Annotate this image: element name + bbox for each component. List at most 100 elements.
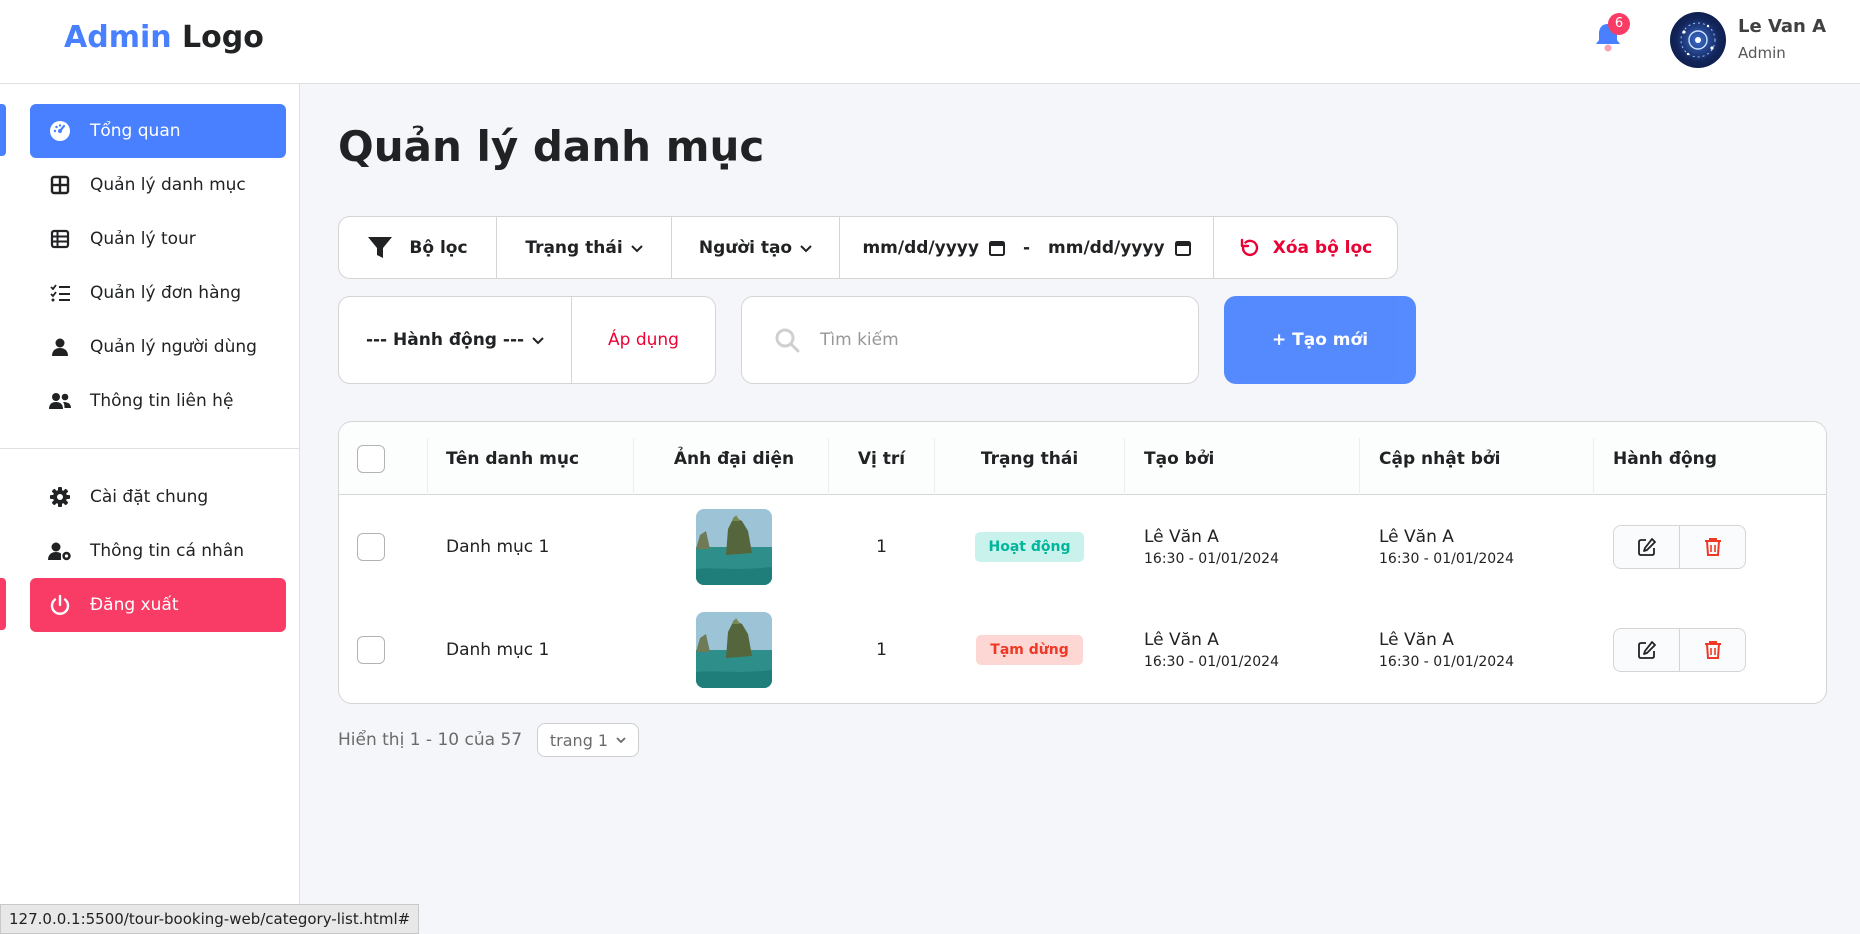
sidebar-item-label: Cài đặt chung bbox=[90, 487, 209, 507]
category-table: Tên danh mục Ảnh đại diện Vị trí Trạng t… bbox=[338, 421, 1827, 704]
sidebar-item-settings[interactable]: Cài đặt chung bbox=[30, 470, 286, 524]
users-icon bbox=[30, 391, 90, 411]
delete-button[interactable] bbox=[1680, 526, 1745, 568]
sidebar-item-label: Thông tin cá nhân bbox=[90, 541, 245, 561]
sidebar-divider bbox=[0, 448, 300, 449]
updated-by-cell: Lê Văn A 16:30 - 01/01/2024 bbox=[1379, 598, 1514, 701]
sidebar-item-users[interactable]: Quản lý người dùng bbox=[30, 320, 286, 374]
calendar-icon[interactable] bbox=[988, 240, 1005, 256]
date-to-input[interactable]: mm/dd/yyyy bbox=[1048, 238, 1191, 258]
sidebar: Tổng quan Quản lý danh mục Quản lý tour … bbox=[0, 84, 300, 934]
app-logo[interactable]: Admin Logo bbox=[64, 20, 264, 55]
page-select-label: trang 1 bbox=[549, 730, 609, 750]
bulk-action-select[interactable]: --- Hành động --- bbox=[339, 297, 572, 383]
trash-icon bbox=[1704, 640, 1721, 659]
sidebar-item-categories[interactable]: Quản lý danh mục bbox=[30, 158, 286, 212]
logout-indicator bbox=[0, 578, 6, 630]
col-name[interactable]: Tên danh mục bbox=[446, 422, 579, 495]
created-at: 16:30 - 01/01/2024 bbox=[1144, 550, 1279, 567]
sidebar-item-label: Quản lý tour bbox=[90, 229, 196, 249]
updated-by-name: Lê Văn A bbox=[1379, 629, 1454, 650]
sidebar-item-contacts[interactable]: Thông tin liên hệ bbox=[30, 374, 286, 428]
category-position: 1 bbox=[876, 536, 887, 557]
dashboard-icon bbox=[30, 120, 90, 142]
page-select[interactable]: trang 1 bbox=[537, 723, 639, 757]
creator-dropdown-label: Người tạo bbox=[698, 237, 793, 258]
calendar-icon[interactable] bbox=[1174, 240, 1191, 256]
user-cog-icon bbox=[30, 541, 90, 561]
bulk-action-box: --- Hành động --- Áp dụng bbox=[338, 296, 716, 384]
chevron-down-icon bbox=[800, 238, 812, 258]
apply-button[interactable]: Áp dụng bbox=[572, 297, 715, 383]
date-to-text: mm/dd/yyyy bbox=[1048, 237, 1165, 258]
filter-bar: Bộ lọc Trạng thái Người tạo mm/dd/yyyy -… bbox=[338, 216, 1398, 279]
creator-dropdown[interactable]: Người tạo bbox=[672, 217, 840, 278]
user-name: Le Van A bbox=[1738, 16, 1827, 37]
sidebar-item-profile[interactable]: Thông tin cá nhân bbox=[30, 524, 286, 578]
table-icon bbox=[30, 229, 90, 249]
table-row: Danh mục 1 1 Hoạt động Lê Văn A 16:30 - 0… bbox=[339, 495, 1826, 598]
filter-label: Bộ lọc bbox=[339, 217, 497, 278]
created-by-name: Lê Văn A bbox=[1144, 526, 1219, 547]
delete-button[interactable] bbox=[1680, 629, 1745, 671]
avatar[interactable] bbox=[1670, 12, 1726, 68]
filter-icon bbox=[367, 236, 393, 260]
col-position[interactable]: Vị trí bbox=[829, 422, 934, 495]
sidebar-item-orders[interactable]: Quản lý đơn hàng bbox=[30, 266, 286, 320]
created-at: 16:30 - 01/01/2024 bbox=[1144, 653, 1279, 670]
sidebar-item-label: Đăng xuất bbox=[90, 595, 179, 615]
created-by-name: Lê Văn A bbox=[1144, 629, 1219, 650]
sidebar-item-label: Thông tin liên hệ bbox=[90, 391, 234, 411]
notification-badge: 6 bbox=[1608, 13, 1630, 35]
logo-text-admin: Admin bbox=[64, 20, 172, 55]
updated-by-cell: Lê Văn A 16:30 - 01/01/2024 bbox=[1379, 495, 1514, 598]
status-dropdown[interactable]: Trạng thái bbox=[497, 217, 672, 278]
status-badge[interactable]: Hoạt động bbox=[974, 531, 1085, 562]
power-icon bbox=[30, 594, 90, 616]
date-separator: - bbox=[1022, 237, 1031, 258]
edit-button[interactable] bbox=[1614, 525, 1680, 568]
status-cell: Tạm dừng bbox=[935, 598, 1124, 701]
filter-text: Bộ lọc bbox=[409, 237, 468, 258]
date-from-input[interactable]: mm/dd/yyyy bbox=[862, 238, 1005, 258]
reset-filter-button[interactable]: Xóa bộ lọc bbox=[1214, 217, 1397, 278]
row-checkbox[interactable] bbox=[357, 495, 385, 598]
row-checkbox[interactable] bbox=[357, 598, 385, 701]
table-header: Tên danh mục Ảnh đại diện Vị trí Trạng t… bbox=[339, 422, 1826, 495]
category-name: Danh mục 1 bbox=[446, 639, 550, 660]
row-actions bbox=[1613, 495, 1746, 598]
active-indicator bbox=[0, 104, 6, 156]
reset-icon bbox=[1239, 237, 1261, 259]
chevron-down-icon bbox=[532, 330, 544, 350]
bulk-action-label: --- Hành động --- bbox=[365, 330, 525, 350]
page-title: Quản lý danh mục bbox=[338, 122, 765, 171]
edit-button[interactable] bbox=[1614, 628, 1680, 671]
sidebar-item-label: Tổng quan bbox=[90, 121, 181, 141]
user-role: Admin bbox=[1738, 44, 1786, 62]
col-status[interactable]: Trạng thái bbox=[935, 422, 1124, 495]
reset-filter-label: Xóa bộ lọc bbox=[1272, 237, 1373, 258]
search-icon bbox=[774, 327, 800, 353]
col-updated-by[interactable]: Cập nhật bởi bbox=[1379, 422, 1500, 495]
col-image: Ảnh đại diện bbox=[673, 448, 795, 469]
search-input[interactable] bbox=[820, 330, 1160, 350]
sidebar-item-overview[interactable]: Tổng quan bbox=[30, 104, 286, 158]
status-badge[interactable]: Tạm dừng bbox=[976, 634, 1083, 665]
category-image bbox=[639, 598, 829, 701]
search-box bbox=[741, 296, 1199, 384]
checklist-icon bbox=[30, 283, 90, 303]
date-from-text: mm/dd/yyyy bbox=[862, 237, 979, 258]
sidebar-item-tours[interactable]: Quản lý tour bbox=[30, 212, 286, 266]
edit-icon bbox=[1637, 537, 1656, 556]
user-icon bbox=[30, 337, 90, 357]
select-all-checkbox[interactable] bbox=[357, 422, 385, 495]
sidebar-item-label: Quản lý người dùng bbox=[90, 337, 257, 357]
table-row: Danh mục 1 1 Tạm dừng Lê Văn A 16:30 - 01… bbox=[339, 598, 1826, 701]
col-created-by[interactable]: Tạo bởi bbox=[1144, 422, 1214, 495]
category-name: Danh mục 1 bbox=[446, 536, 550, 557]
sidebar-item-label: Quản lý đơn hàng bbox=[90, 283, 242, 303]
create-new-button[interactable]: + Tạo mới bbox=[1224, 296, 1416, 384]
logout-button[interactable]: Đăng xuất bbox=[30, 578, 286, 632]
status-cell: Hoạt động bbox=[935, 495, 1124, 598]
created-by-cell: Lê Văn A 16:30 - 01/01/2024 bbox=[1144, 495, 1279, 598]
